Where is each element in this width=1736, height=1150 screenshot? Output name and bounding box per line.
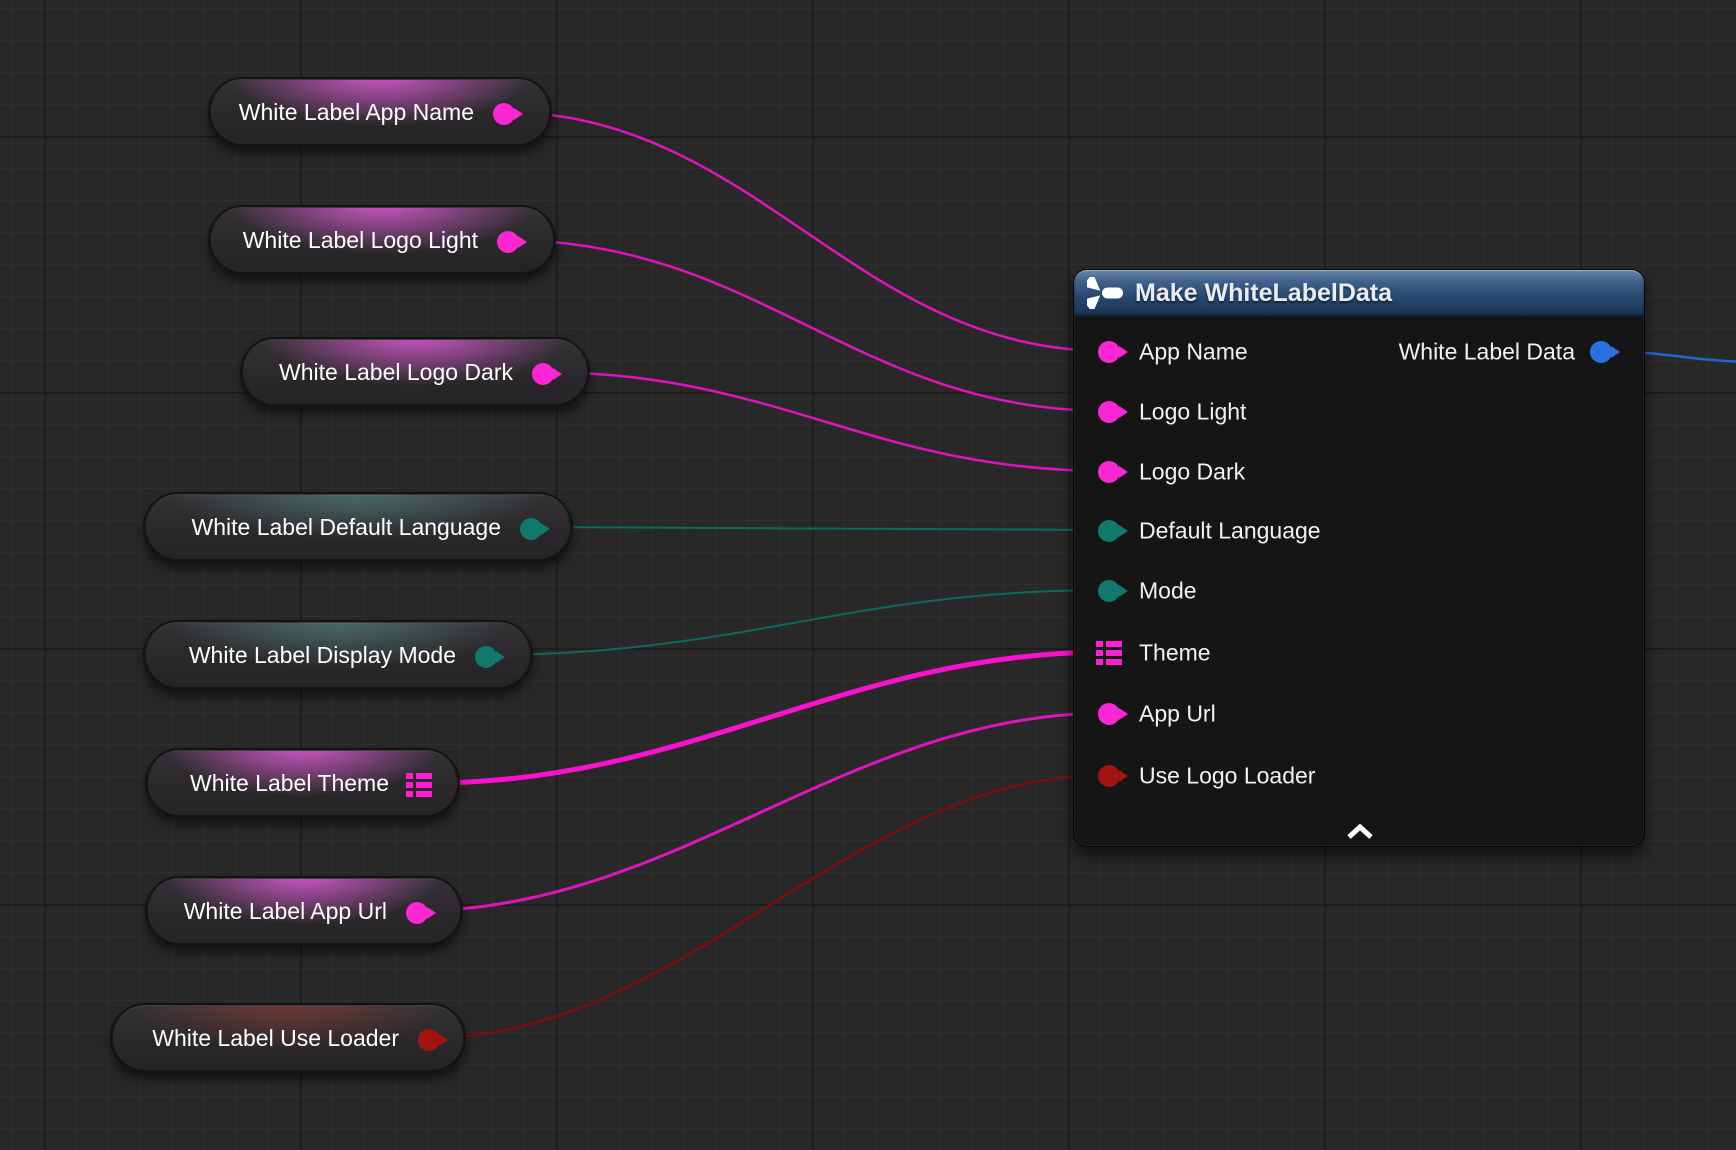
blueprint-graph-canvas[interactable]: White Label App Name White Label Logo Lig… [0,0,1736,1150]
variable-node-label: White Label Theme [190,750,389,816]
input-pin-default-language[interactable] [1098,520,1120,542]
input-pin-label-logo-light: Logo Light [1139,399,1246,426]
variable-node-white-label-display-mode[interactable]: White Label Display Mode [143,620,533,690]
variable-node-white-label-theme[interactable]: White Label Theme [145,748,460,818]
collapse-pins-button[interactable] [1338,818,1382,848]
wire-1[interactable] [506,240,1108,411]
wire-0[interactable] [502,112,1108,351]
variable-node-white-label-logo-dark[interactable]: White Label Logo Dark [240,337,590,407]
make-node-title: Make WhiteLabelData [1135,279,1392,308]
variable-node-white-label-default-language[interactable]: White Label Default Language [143,492,573,562]
variable-node-label: White Label Logo Light [243,207,478,273]
input-pin-label-mode: Mode [1139,578,1197,605]
variable-node-label: White Label Display Mode [189,622,456,688]
variable-node-label: White Label Use Loader [152,1005,399,1071]
struct-output-pin-icon[interactable] [406,772,432,798]
variable-node-label: White Label Logo Dark [279,339,513,405]
input-pin-icon-theme[interactable] [1096,640,1122,666]
variable-node-white-label-use-loader[interactable]: White Label Use Loader [110,1003,466,1073]
output-pin[interactable] [520,518,542,540]
input-pin-label-default-language: Default Language [1139,518,1321,545]
output-pin[interactable] [406,902,428,924]
variable-node-white-label-app-url[interactable]: White Label App Url [145,876,463,946]
chevron-up-icon [1349,827,1371,837]
input-pin-logo-dark[interactable] [1098,461,1120,483]
input-pin-label-theme: Theme [1139,640,1211,667]
make-whitelabeldata-node[interactable]: Make WhiteLabelData App Name Logo Light Log… [1073,269,1645,847]
input-pin-use-logo-loader[interactable] [1098,765,1120,787]
input-pin-app-name[interactable] [1098,341,1120,363]
output-pin-white-label-data[interactable] [1590,341,1612,363]
variable-node-white-label-logo-light[interactable]: White Label Logo Light [208,205,556,275]
wire-6[interactable] [415,713,1108,911]
input-pin-logo-light[interactable] [1098,401,1120,423]
variable-node-label: White Label Default Language [192,494,501,560]
variable-node-label: White Label App Url [184,878,387,944]
output-pin[interactable] [418,1029,440,1051]
variable-node-label: White Label App Name [239,79,474,145]
input-pin-label-logo-dark: Logo Dark [1139,459,1245,486]
input-pin-label-app-name: App Name [1139,339,1248,366]
make-struct-icon [1087,277,1125,309]
make-node-header[interactable]: Make WhiteLabelData [1074,270,1644,316]
output-pin[interactable] [532,363,554,385]
input-pin-app-url[interactable] [1098,703,1120,725]
input-pin-label-use-logo-loader: Use Logo Loader [1139,763,1315,790]
wire-3[interactable] [529,527,1108,530]
output-pin[interactable] [493,103,515,125]
wire-5[interactable] [430,652,1108,783]
wire-2[interactable] [541,372,1108,471]
output-pin[interactable] [475,646,497,668]
wire-4[interactable] [484,590,1108,655]
input-pin-mode[interactable] [1098,580,1120,602]
variable-node-white-label-app-name[interactable]: White Label App Name [208,77,552,147]
output-pin[interactable] [497,231,519,253]
output-pin-label: White Label Data [1399,339,1575,366]
wire-7[interactable] [427,775,1108,1038]
input-pin-label-app-url: App Url [1139,701,1216,728]
